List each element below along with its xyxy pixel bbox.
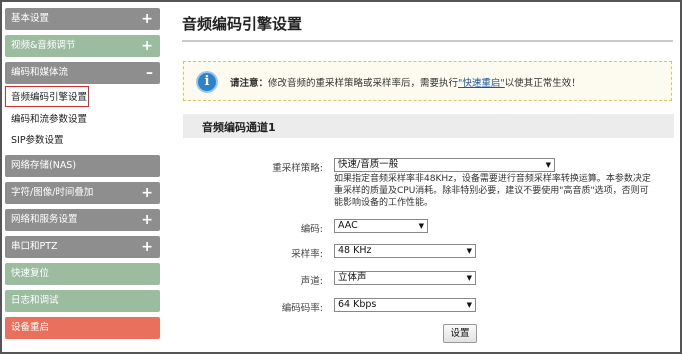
notice-box: i 请注意：修改音频的重采样策略或采样率后，需要执行"快速重启"以使其正常生效！ (183, 61, 672, 101)
sidebar-submenu: 音频编码引擎设置 编码和流参数设置 SIP参数设置 (5, 86, 160, 151)
codec-select[interactable]: AAC ▼ (334, 219, 428, 233)
samplerate-select[interactable]: 48 KHz ▼ (334, 244, 476, 258)
sidebar-item-nas[interactable]: 网络存储(NAS) (5, 155, 160, 177)
channel-value: 立体声 (338, 272, 367, 283)
sidebar-item-label: 网络和服务设置 (11, 214, 78, 225)
title-divider (182, 40, 673, 42)
resample-label: 重采样策略: (272, 163, 323, 174)
sidebar-item-label: 编码和媒体流 (11, 67, 69, 78)
sidebar-item-label: 网络存储(NAS) (11, 160, 77, 171)
expand-plus-icon: + (141, 185, 153, 201)
expand-plus-icon: + (141, 38, 153, 54)
dropdown-arrow-icon: ▼ (545, 161, 551, 169)
sidebar-item-serial-ptz[interactable]: 串口和PTZ + (5, 236, 160, 258)
codec-label: 编码: (300, 224, 323, 235)
resample-value: 快速/音质一般 (338, 159, 399, 170)
app-frame: 基本设置 + 视频&音频调节 + 编码和媒体流 – 音频编码引擎设置 编码和流参… (0, 0, 682, 354)
dropdown-arrow-icon: ▼ (466, 247, 472, 255)
expand-plus-icon: + (141, 11, 153, 27)
expand-plus-icon: + (141, 212, 153, 228)
dropdown-arrow-icon: ▼ (466, 301, 472, 309)
dropdown-arrow-icon: ▼ (418, 222, 424, 230)
section-title: 音频编码通道1 (202, 121, 276, 134)
sidebar-item-label: 日志和调试 (11, 295, 59, 306)
sidebar-item-log-debug[interactable]: 日志和调试 (5, 290, 160, 312)
sidebar-item-label: 串口和PTZ (11, 241, 58, 252)
channel-select[interactable]: 立体声 ▼ (334, 271, 476, 285)
sidebar-item-video-audio[interactable]: 视频&音频调节 + (5, 35, 160, 57)
sidebar-item-network[interactable]: 网络和服务设置 + (5, 209, 160, 231)
sidebar: 基本设置 + 视频&音频调节 + 编码和媒体流 – 音频编码引擎设置 编码和流参… (5, 8, 160, 352)
resample-description: 如果指定音频采样率非48KHz，设备需要进行音频采样率转换运算。本参数决定重采样… (334, 174, 651, 208)
sidebar-item-encoding-media[interactable]: 编码和媒体流 – (5, 62, 160, 84)
sidebar-item-label: 视频&音频调节 (11, 40, 76, 51)
sidebar-item-label: 设备重启 (11, 322, 50, 333)
dropdown-arrow-icon: ▼ (466, 274, 472, 282)
notice-prefix: 请注意： (230, 78, 269, 89)
samplerate-value: 48 KHz (338, 245, 372, 256)
sidebar-item-label: 基本设置 (11, 13, 50, 24)
notice-body: 修改音频的重采样策略或采样率后，需要执行 (268, 78, 459, 89)
samplerate-label: 采样率: (291, 249, 323, 260)
notice-text: 请注意：修改音频的重采样策略或采样率后，需要执行"快速重启"以使其正常生效！ (230, 75, 581, 89)
quick-restart-link[interactable]: "快速重启" (458, 78, 505, 89)
channel-label: 声道: (300, 276, 323, 287)
set-button[interactable]: 设置 (443, 324, 477, 343)
bitrate-label: 编码码率: (281, 303, 323, 314)
sidebar-subitem-audio-encoding[interactable]: 音频编码引擎设置 (5, 86, 89, 107)
sidebar-item-reboot[interactable]: 设备重启 (5, 317, 160, 339)
section-header: 音频编码通道1 (183, 114, 674, 138)
sidebar-item-label: 快速复位 (11, 268, 50, 279)
page-title: 音频编码引擎设置 (182, 15, 303, 33)
collapse-minus-icon: – (146, 65, 153, 81)
sidebar-item-quick-reset[interactable]: 快速复位 (5, 263, 160, 285)
sidebar-item-basic-settings[interactable]: 基本设置 + (5, 8, 160, 30)
sidebar-subitem-sip-params[interactable]: SIP参数设置 (5, 130, 160, 151)
sidebar-item-overlay[interactable]: 字符/图像/时间叠加 + (5, 182, 160, 204)
notice-suffix: 以使其正常生效！ (504, 78, 581, 89)
codec-value: AAC (338, 220, 358, 231)
expand-plus-icon: + (141, 239, 153, 255)
sidebar-subitem-stream-params[interactable]: 编码和流参数设置 (5, 109, 160, 130)
info-icon: i (196, 71, 218, 93)
resample-select[interactable]: 快速/音质一般 ▼ (334, 158, 555, 172)
bitrate-value: 64 Kbps (338, 299, 377, 310)
bitrate-select[interactable]: 64 Kbps ▼ (334, 298, 476, 312)
sidebar-item-label: 字符/图像/时间叠加 (11, 187, 94, 198)
